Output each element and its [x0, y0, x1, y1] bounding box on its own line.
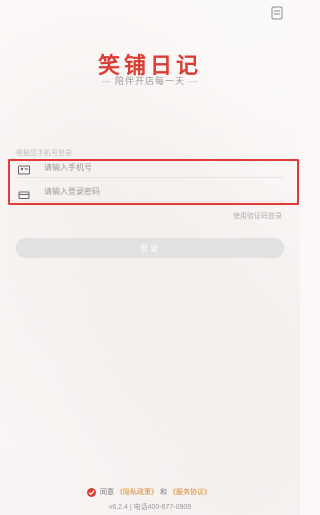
switch-login-mode-link[interactable]: 使用验证码登录 [233, 211, 282, 221]
phone-row [18, 156, 284, 178]
lock-icon [18, 186, 30, 199]
password-divider [18, 201, 284, 202]
check-icon[interactable] [87, 487, 96, 497]
phone-input[interactable] [42, 161, 246, 173]
subtitle-dash-left: — [101, 76, 112, 86]
document-icon[interactable] [270, 6, 284, 20]
agreement-row: 同意 《隐私政策》 和 《服务协议》 [0, 487, 300, 497]
phone-divider [18, 177, 284, 178]
password-row [18, 180, 284, 202]
id-card-icon [18, 162, 30, 175]
subtitle-text: 陪伴开店每一天 [114, 76, 185, 86]
agreement-and: 和 [160, 489, 167, 496]
password-input[interactable] [42, 185, 246, 197]
service-agreement-link[interactable]: 《服务协议》 [169, 487, 211, 497]
login-button[interactable]: 登录 [16, 238, 284, 258]
version-info: v6.2.4 | 电话400-677-0909 [108, 504, 192, 511]
subtitle-dash-right: — [188, 76, 199, 86]
app-subtitle: — 陪伴开店每一天 — [0, 74, 300, 87]
agreement-prefix: 同意 [100, 489, 114, 496]
privacy-policy-link[interactable]: 《隐私政策》 [116, 487, 158, 497]
